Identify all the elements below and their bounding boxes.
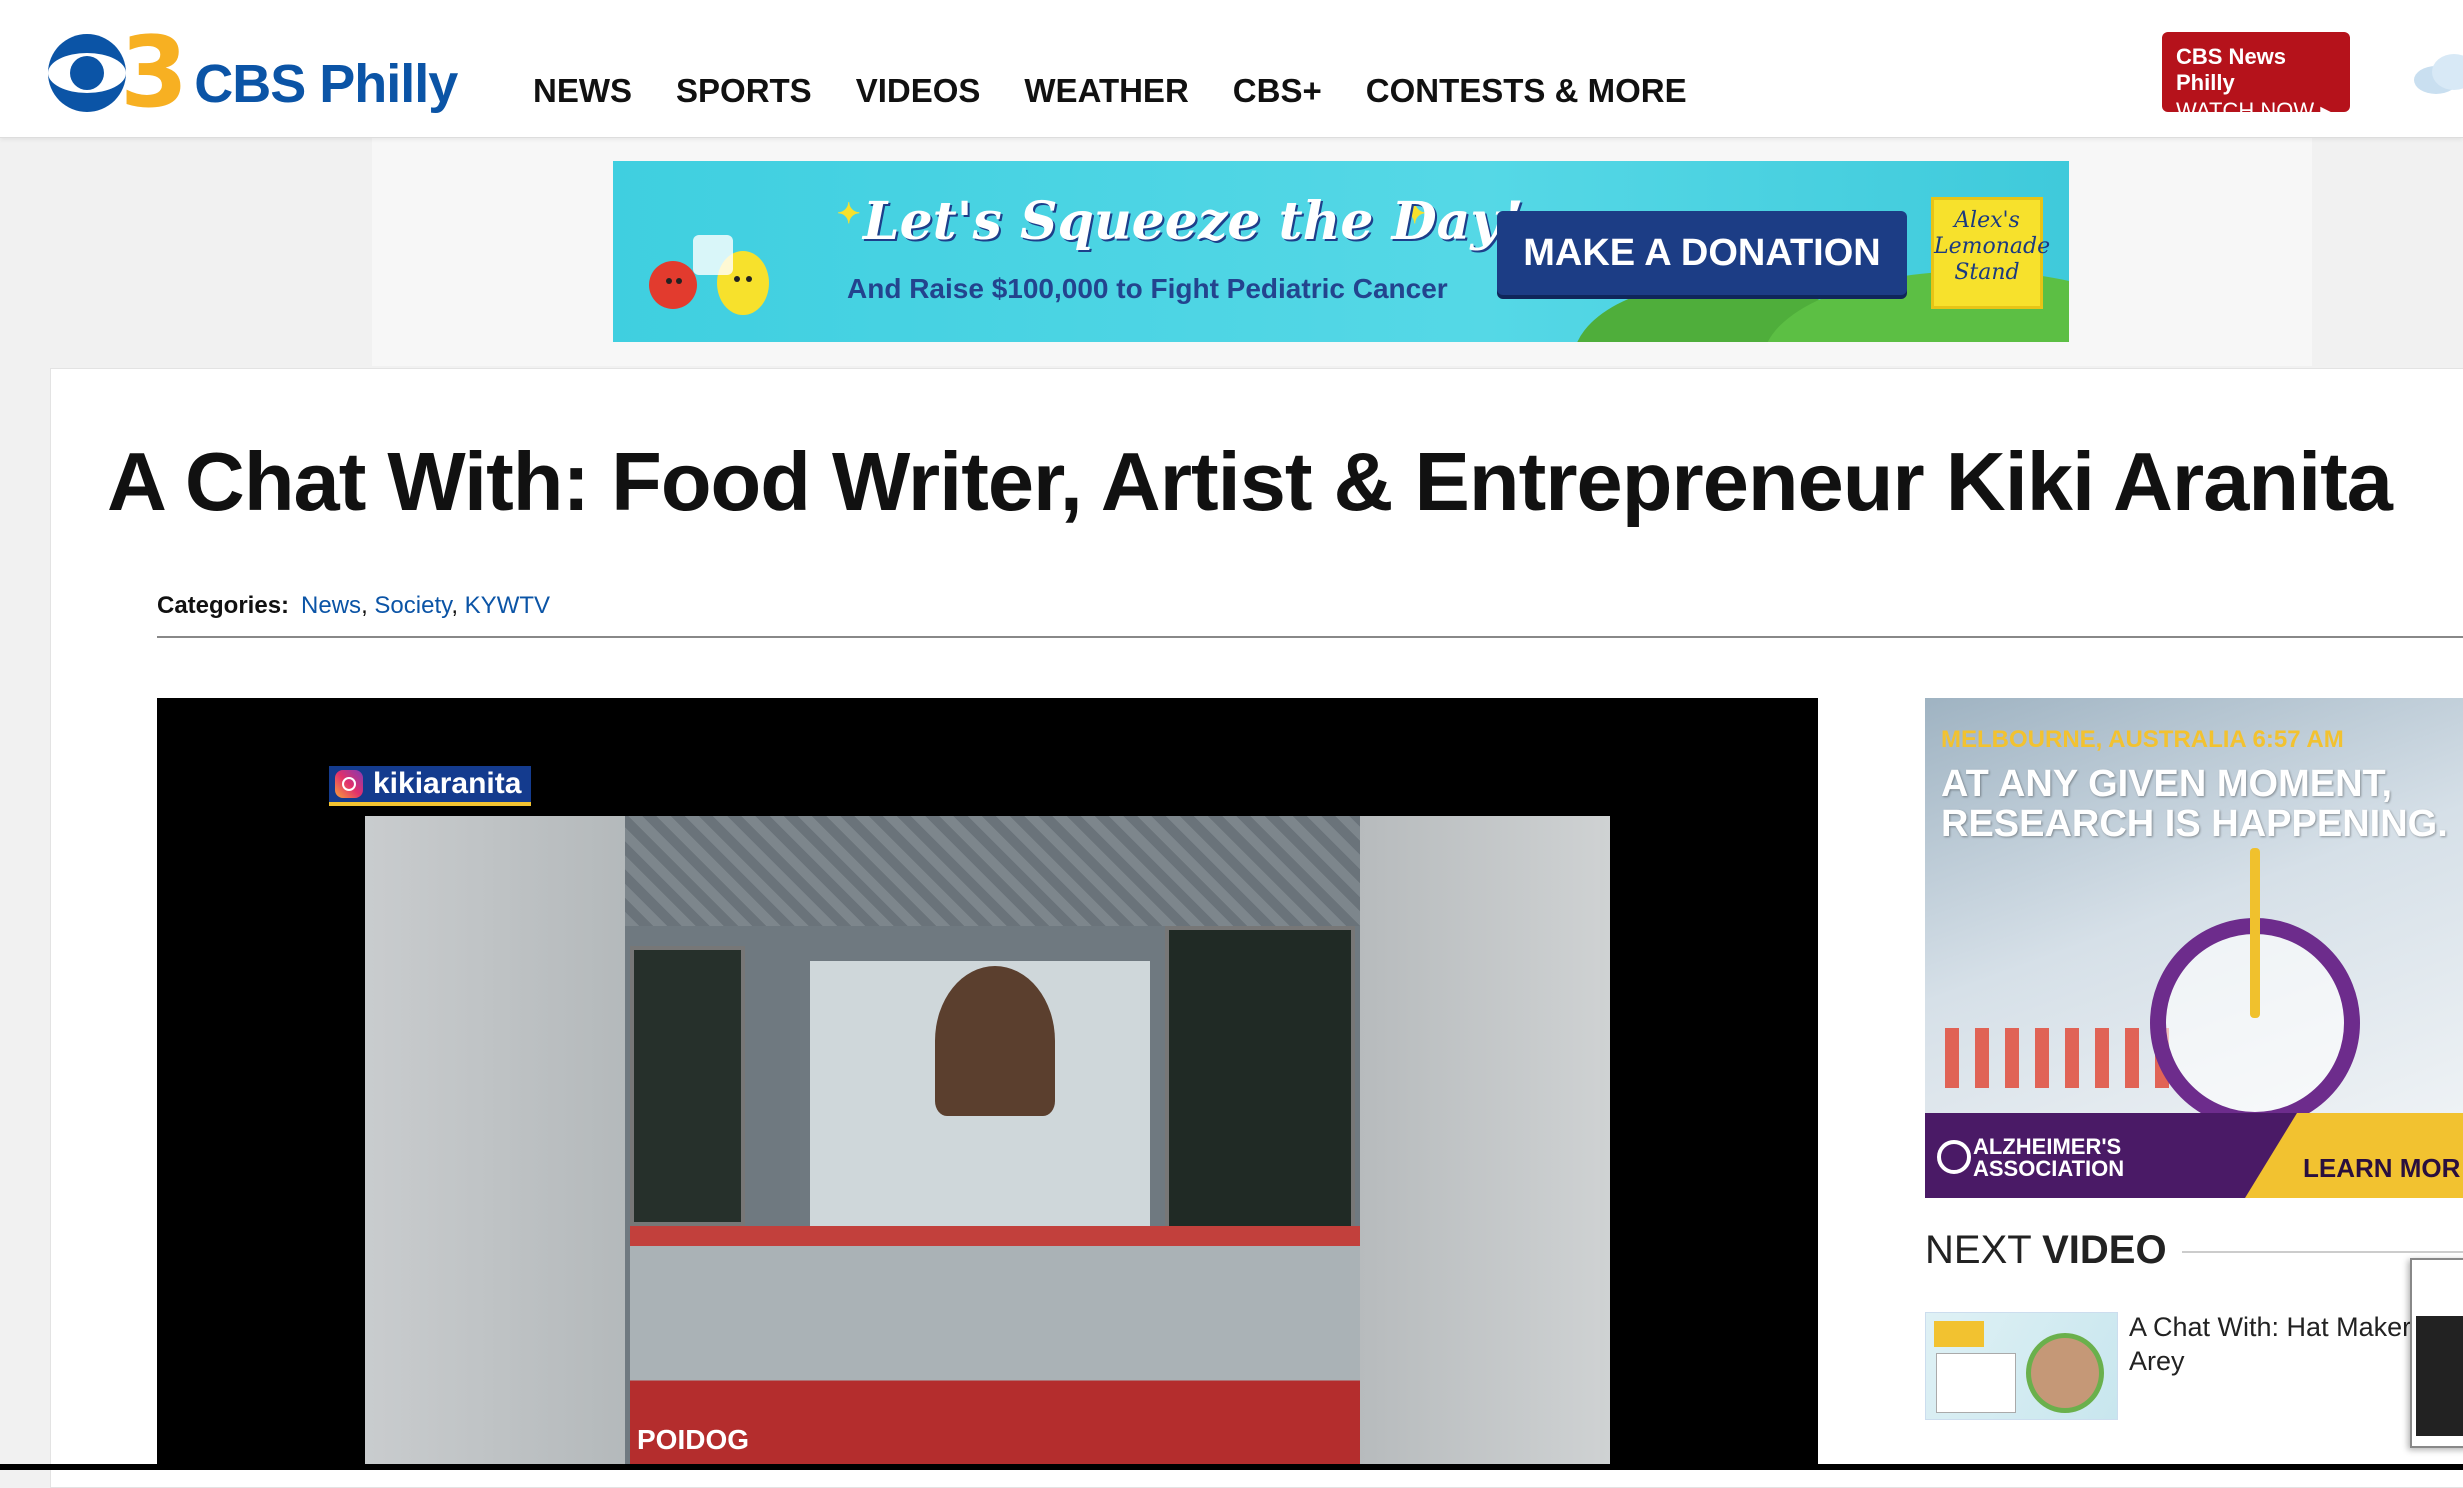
nav-cbs-plus[interactable]: CBS+	[1233, 72, 1322, 110]
lemonade-ad-banner[interactable]: ✦ ✦ Let's Squeeze the Day! And Raise $10…	[613, 161, 2069, 342]
pipette-graphic	[2250, 848, 2260, 1018]
next-video-heading: NEXT VIDEO	[1925, 1228, 2167, 1273]
banner-headline: Let's Squeeze the Day!	[863, 191, 1524, 252]
watch-button-title: CBS News Philly	[2176, 44, 2287, 95]
weather-cloud-icon[interactable]	[2410, 52, 2463, 96]
nav-news[interactable]: NEWS	[533, 72, 632, 110]
instagram-icon	[335, 770, 363, 798]
category-link-kywtv[interactable]: KYWTV	[465, 592, 550, 619]
cbs-philly-logo[interactable]: 3 CBS Philly	[48, 24, 458, 122]
watch-now-button[interactable]: CBS News Philly WATCH NOW ▸	[2162, 32, 2350, 123]
truck-counter	[630, 1226, 1360, 1246]
next-video-heading-bold: VIDEO	[2042, 1228, 2167, 1272]
learn-more-button[interactable]: LEARN MOR	[2303, 1153, 2460, 1184]
instagram-handle: kikiaranita	[373, 767, 522, 800]
ad-headline: AT ANY GIVEN MOMENT, RESEARCH IS HAPPENI…	[1941, 763, 2448, 845]
logo-text: CBS Philly	[194, 54, 458, 114]
blurred-edge	[1360, 816, 1610, 1470]
test-tubes	[1945, 1028, 2185, 1088]
cbs-eye-icon	[48, 34, 126, 112]
category-link-society[interactable]: Society	[374, 592, 451, 619]
instagram-handle-tag: kikiaranita	[329, 766, 532, 806]
alexs-lemonade-logo: Alex's Lemonade Stand	[1931, 197, 2050, 309]
nav-weather[interactable]: WEATHER	[1024, 72, 1188, 110]
thumbnail-portrait	[2026, 1333, 2104, 1413]
next-video-heading-light: NEXT	[1925, 1228, 2043, 1272]
alzheimers-org-name: ALZHEIMER'S ASSOCIATION	[1973, 1134, 2125, 1181]
floating-video-preview[interactable]	[2410, 1258, 2463, 1448]
viewport-bottom-edge	[0, 1464, 2463, 1470]
title-divider	[157, 636, 2463, 638]
banner-subheadline: And Raise $100,000 to Fight Pediatric Ca…	[847, 273, 1448, 304]
video-player[interactable]: POIDOG kikiaranita	[157, 698, 1818, 1470]
person-in-window	[935, 966, 1055, 1116]
watch-button-cta: WATCH NOW ▸	[2176, 98, 2332, 123]
main-nav: NEWS SPORTS VIDEOS WEATHER CBS+ CONTESTS…	[533, 72, 1687, 110]
menu-board-left	[630, 946, 745, 1226]
sparkle-icon: ✦	[837, 198, 861, 229]
preview-screen	[2416, 1316, 2463, 1436]
ad-location-time: MELBOURNE, AUSTRALIA 6:57 AM	[1941, 726, 2344, 753]
nav-sports[interactable]: SPORTS	[676, 72, 812, 110]
category-link-news[interactable]: News	[301, 592, 361, 619]
site-header: 3 CBS Philly NEWS SPORTS VIDEOS WEATHER …	[0, 0, 2463, 138]
article-title: A Chat With: Food Writer, Artist & Entre…	[107, 435, 2393, 528]
nav-contests-more[interactable]: CONTESTS & MORE	[1366, 72, 1687, 110]
next-video-rule	[2182, 1251, 2463, 1253]
categories-label: Categories:	[157, 592, 290, 619]
alzheimers-logo-icon	[1937, 1140, 1971, 1174]
blurred-edge	[365, 816, 625, 1470]
nav-videos[interactable]: VIDEOS	[856, 72, 981, 110]
video-frame: POIDOG	[365, 816, 1610, 1470]
a-chat-with-badge	[1934, 1321, 1984, 1347]
next-video-thumbnail[interactable]	[1925, 1312, 2118, 1420]
truck-roof	[625, 816, 1360, 926]
make-donation-button[interactable]: MAKE A DONATION	[1497, 211, 1907, 295]
truck-name: POIDOG	[637, 1424, 750, 1455]
thumbnail-name-card	[1936, 1353, 2016, 1413]
logo-channel-number: 3	[120, 16, 188, 130]
categories-row: Categories: News, Society, KYWTV	[157, 592, 551, 619]
alzheimers-ad[interactable]: MELBOURNE, AUSTRALIA 6:57 AM AT ANY GIVE…	[1925, 698, 2463, 1198]
lemon-mascot-icon	[649, 235, 769, 315]
